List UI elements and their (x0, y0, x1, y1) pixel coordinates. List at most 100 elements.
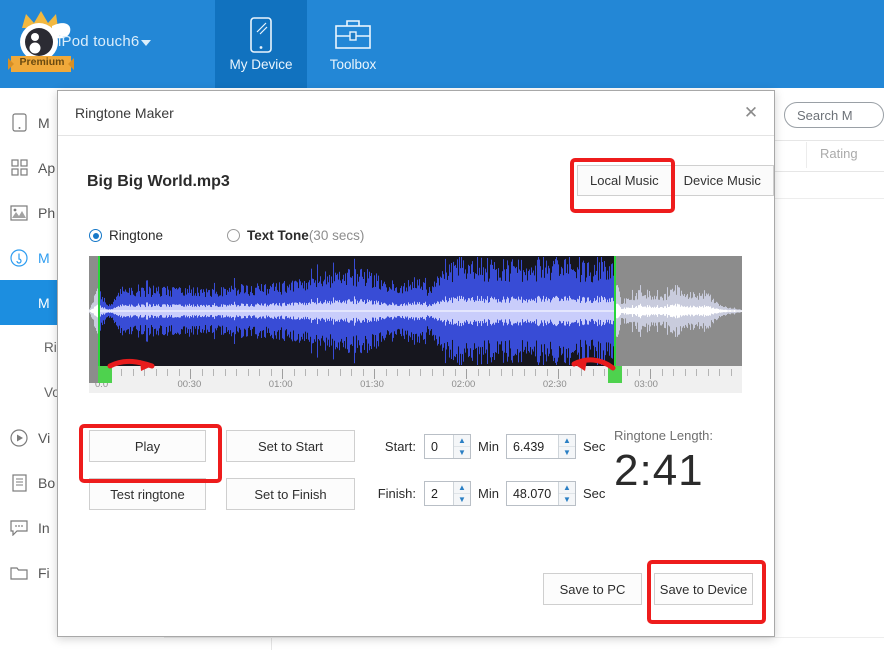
ruler-tick (604, 369, 605, 376)
ruler-tick (512, 369, 513, 376)
ruler-label-2: 01:00 (268, 379, 293, 390)
chevron-down-icon[interactable]: ▼ (454, 494, 470, 505)
finish-seconds-arrows[interactable]: ▲ ▼ (557, 482, 575, 505)
waveform-editor[interactable]: 0:0 00:30 01:00 01:30 02:00 02:30 03:00 (89, 256, 742, 393)
search-input[interactable]: Search M (784, 102, 884, 128)
ruler-tick (477, 369, 479, 376)
ruler-tick (362, 369, 364, 376)
waveform-graphic (89, 257, 742, 365)
toolbox-icon (333, 14, 373, 56)
phone-icon (0, 113, 38, 132)
ruler-tick (201, 369, 203, 376)
ruler-tick (247, 369, 249, 376)
tab-my-device[interactable]: My Device (215, 0, 307, 88)
chevron-up-icon[interactable]: ▲ (454, 435, 470, 447)
start-minutes-value: 0 (431, 439, 438, 454)
start-minutes-arrows[interactable]: ▲ ▼ (453, 435, 470, 458)
ruler-tick (466, 369, 467, 379)
sidebar-item-10-label: Fi (38, 564, 50, 581)
sidebar-item-3-label: M (38, 249, 50, 266)
chevron-down-icon[interactable] (141, 40, 151, 46)
selection-end-marker[interactable] (614, 256, 616, 366)
ruler-tick (178, 369, 180, 376)
finish-min-unit: Min (478, 486, 499, 501)
column-header-rating: Rating (820, 146, 858, 161)
ruler-tick (684, 369, 686, 376)
book-icon (0, 473, 38, 492)
ruler-tick (132, 369, 134, 376)
apps-grid-icon (0, 159, 38, 176)
start-min-unit: Min (478, 439, 499, 454)
ruler-tick (420, 369, 421, 376)
chevron-up-icon[interactable]: ▲ (558, 435, 575, 447)
close-icon[interactable]: ✕ (740, 102, 762, 124)
ruler-tick (661, 369, 663, 376)
status-bar-vertical-divider (271, 638, 272, 650)
ruler-label-1: 00:30 (177, 379, 202, 390)
save-to-device-button[interactable]: Save to Device (654, 573, 753, 605)
phone-icon (248, 14, 274, 56)
ruler-tick (224, 369, 226, 376)
ruler-tick (144, 369, 145, 376)
chevron-down-icon[interactable]: ▼ (558, 447, 575, 458)
start-handle[interactable] (98, 366, 112, 383)
status-bar-divider (164, 637, 884, 638)
ruler-tick (270, 369, 272, 376)
chevron-up-icon[interactable]: ▲ (558, 482, 575, 494)
device-name-label[interactable]: iPod touch6 (58, 33, 139, 50)
music-disc-icon (0, 248, 38, 267)
selection-start-marker[interactable] (98, 256, 100, 366)
timeline-ruler[interactable]: 0:0 00:30 01:00 01:30 02:00 02:30 03:00 (89, 366, 742, 393)
finish-time-row: Finish: 2 ▲ ▼ Min 48.070 ▲ ▼ Sec (369, 481, 612, 506)
ruler-tick (696, 369, 697, 376)
ruler-tick (282, 369, 283, 379)
finish-minutes-value: 2 (431, 486, 438, 501)
sidebar-item-8-label: Bo (38, 474, 56, 491)
ruler-tick (293, 369, 295, 376)
ruler-label-5: 02:30 (542, 379, 567, 390)
radio-text-tone-indicator (227, 229, 241, 242)
chevron-up-icon[interactable]: ▲ (454, 482, 470, 494)
tab-toolbox[interactable]: Toolbox (307, 0, 399, 88)
finish-minutes-stepper[interactable]: 2 ▲ ▼ (424, 481, 471, 506)
radio-ringtone[interactable]: Ringtone (89, 228, 163, 243)
radio-text-tone[interactable]: Text Tone (30 secs) (227, 228, 364, 243)
ruler-tick (558, 369, 559, 379)
column-divider (806, 142, 807, 168)
finish-minutes-arrows[interactable]: ▲ ▼ (453, 482, 470, 505)
finish-handle[interactable] (608, 366, 622, 383)
ruler-tick (523, 369, 525, 376)
play-button[interactable]: Play (89, 430, 206, 462)
chevron-down-icon[interactable]: ▼ (454, 447, 470, 458)
start-seconds-stepper[interactable]: 6.439 ▲ ▼ (505, 434, 576, 459)
start-minutes-stepper[interactable]: 0 ▲ ▼ (424, 434, 471, 459)
start-seconds-arrows[interactable]: ▲ ▼ (557, 435, 575, 458)
ruler-tick (489, 369, 490, 376)
ruler-tick (121, 369, 122, 376)
ruler-tick (328, 369, 329, 376)
set-to-start-button[interactable]: Set to Start (226, 430, 355, 462)
set-to-finish-button[interactable]: Set to Finish (226, 478, 355, 510)
ruler-tick (730, 369, 732, 376)
sidebar-item-4-label: M (38, 294, 50, 311)
ruler-tick (707, 369, 709, 376)
local-music-button[interactable]: Local Music (577, 165, 672, 196)
ruler-tick (650, 369, 651, 379)
sidebar-item-9-label: In (38, 519, 50, 536)
start-sec-unit: Sec (582, 439, 606, 454)
ruler-tick (385, 369, 387, 376)
finish-seconds-stepper[interactable]: 48.070 ▲ ▼ (505, 481, 576, 506)
chevron-down-icon[interactable]: ▼ (558, 494, 575, 505)
ruler-tick (719, 369, 720, 376)
device-music-button[interactable]: Device Music (671, 165, 774, 196)
radio-text-tone-label: Text Tone (247, 228, 309, 243)
test-ringtone-button[interactable]: Test ringtone (89, 478, 206, 510)
radio-ringtone-indicator (89, 229, 102, 242)
save-to-pc-button[interactable]: Save to PC (543, 573, 642, 605)
photo-icon (0, 204, 38, 221)
finish-sec-unit: Sec (582, 486, 606, 501)
sidebar-item-5-label: Ri (44, 340, 57, 355)
music-source-toggle: Local Music Device Music (577, 165, 774, 196)
start-time-row: Start: 0 ▲ ▼ Min 6.439 ▲ ▼ Sec (369, 434, 612, 459)
ruler-label-4: 02:00 (451, 379, 476, 390)
